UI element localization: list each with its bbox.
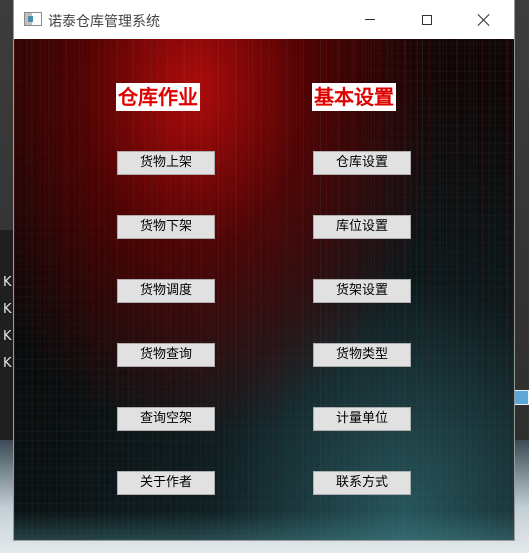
contact-info-button[interactable]: 联系方式 bbox=[313, 471, 411, 495]
goods-unshelve-button[interactable]: 货物下架 bbox=[117, 215, 215, 239]
unit-of-measure-button[interactable]: 计量单位 bbox=[313, 407, 411, 431]
background-text: K bbox=[3, 356, 12, 371]
background-window-thumbnail[interactable] bbox=[514, 390, 529, 405]
background-text: K bbox=[3, 302, 12, 317]
shelf-settings-button[interactable]: 货架设置 bbox=[313, 279, 411, 303]
title-bar[interactable]: 诺泰仓库管理系统 bbox=[14, 0, 514, 39]
background-glow bbox=[14, 511, 514, 540]
main-panel: 仓库作业 基本设置 货物上架 货物下架 货物调度 货物查询 查询空架 关于作者 … bbox=[14, 39, 514, 540]
background-app-panel: K K K K bbox=[0, 230, 14, 440]
basic-settings-header: 基本设置 bbox=[312, 83, 396, 111]
minimize-icon bbox=[365, 19, 375, 20]
close-icon bbox=[477, 13, 491, 27]
maximize-icon bbox=[422, 14, 432, 25]
location-settings-button[interactable]: 库位设置 bbox=[313, 215, 411, 239]
minimize-button[interactable] bbox=[341, 0, 399, 39]
background-texture bbox=[14, 39, 514, 540]
goods-query-button[interactable]: 货物查询 bbox=[117, 343, 215, 367]
background-text: K bbox=[3, 275, 12, 290]
empty-shelf-query-button[interactable]: 查询空架 bbox=[117, 407, 215, 431]
close-button[interactable] bbox=[455, 0, 513, 39]
maximize-button[interactable] bbox=[398, 0, 456, 39]
window-title: 诺泰仓库管理系统 bbox=[48, 14, 160, 30]
about-author-button[interactable]: 关于作者 bbox=[117, 471, 215, 495]
warehouse-operations-header: 仓库作业 bbox=[116, 83, 200, 111]
background-text: K bbox=[3, 329, 12, 344]
goods-dispatch-button[interactable]: 货物调度 bbox=[117, 279, 215, 303]
app-window-icon bbox=[24, 12, 42, 26]
warehouse-settings-button[interactable]: 仓库设置 bbox=[313, 151, 411, 175]
goods-type-button[interactable]: 货物类型 bbox=[313, 343, 411, 367]
goods-shelve-button[interactable]: 货物上架 bbox=[117, 151, 215, 175]
app-window: 诺泰仓库管理系统 仓库作业 基本设置 货物上架 货物下架 货物调度 货物查询 查… bbox=[14, 0, 514, 540]
